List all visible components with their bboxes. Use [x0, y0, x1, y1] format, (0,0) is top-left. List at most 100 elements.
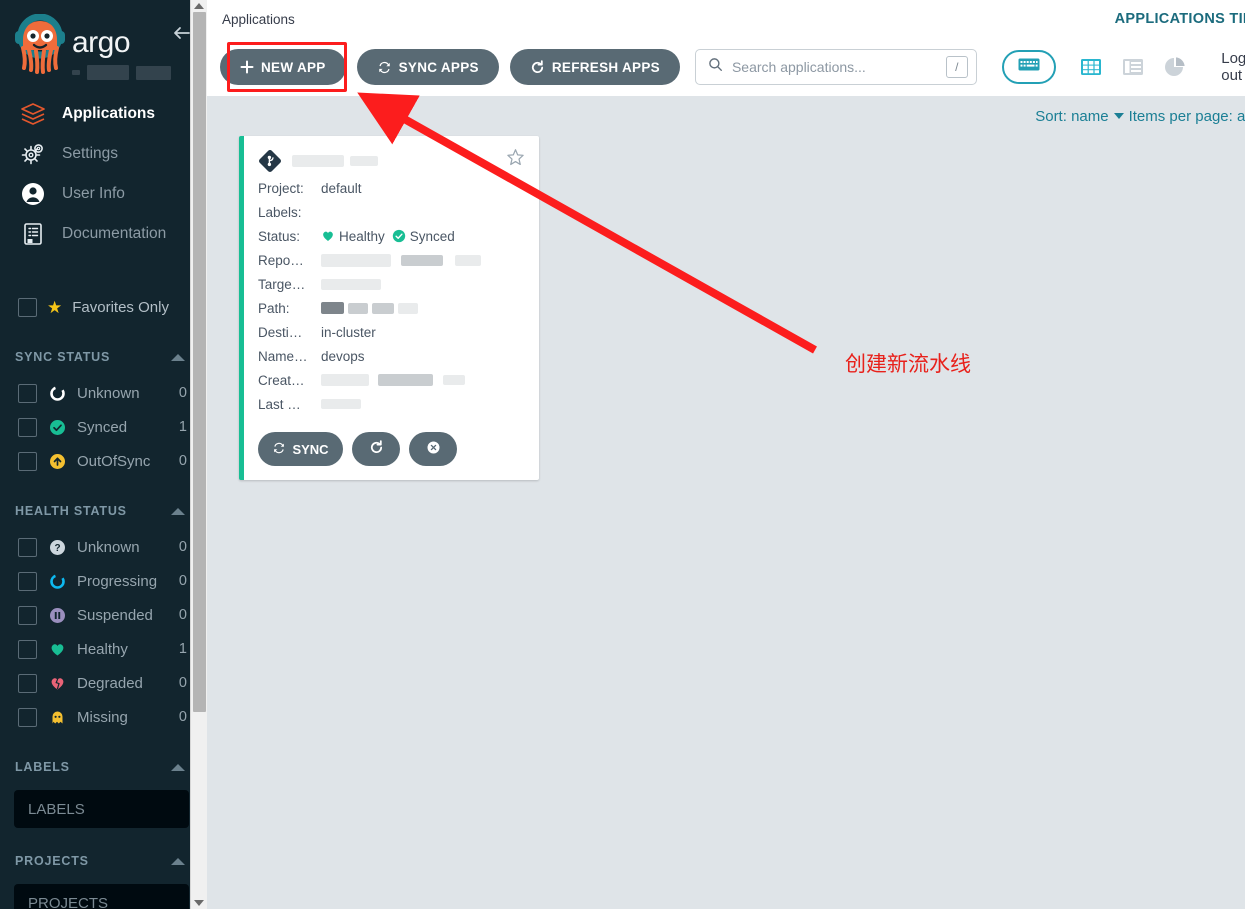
search-shortcut-key: / — [945, 56, 968, 78]
book-icon — [18, 219, 48, 249]
new-app-button[interactable]: NEW APP — [220, 49, 346, 85]
filter-label: Healthy — [77, 640, 128, 658]
field-value-redacted — [321, 278, 381, 290]
search-icon — [708, 57, 723, 77]
field-value-redacted — [321, 399, 361, 409]
sidebar-item-label: Settings — [62, 145, 119, 162]
health-filter-suspended[interactable]: Suspended 0 — [0, 598, 207, 632]
filter-count: 0 — [178, 607, 187, 623]
health-healthy-checkbox[interactable] — [18, 639, 37, 659]
sync-status-label: Synced — [409, 228, 455, 244]
sync-filter-synced[interactable]: Synced 1 — [0, 410, 207, 444]
favorites-only-checkbox[interactable] — [18, 297, 37, 317]
sidebar-nav: Applications Settings User Info Document… — [0, 94, 207, 254]
application-card[interactable]: Project: default Labels: Status: Healthy — [239, 136, 539, 480]
pie-chart-icon[interactable] — [1162, 54, 1188, 80]
sort-bar: Sort: name Items per page: all — [207, 96, 1245, 136]
health-filter-missing[interactable]: Missing 0 — [0, 700, 207, 734]
plus-icon — [240, 60, 254, 74]
sort-label: Sort: name — [1035, 107, 1109, 125]
toolbar: NEW APP SYNC APPS REFRESH APPS Search ap… — [207, 38, 1245, 96]
scrollbar-thumb[interactable] — [193, 12, 206, 712]
sidebar-item-user-info[interactable]: User Info — [0, 174, 207, 214]
sync-icon — [272, 441, 286, 458]
labels-input[interactable]: LABELS — [14, 790, 189, 828]
list-icon[interactable] — [1120, 54, 1146, 80]
health-status-section-header[interactable]: HEALTH STATUS — [0, 492, 207, 530]
health-filter-unknown[interactable]: ? Unknown 0 — [0, 530, 207, 564]
card-field-destination: Desti… in-cluster — [258, 320, 525, 344]
breadcrumb[interactable]: Applications — [222, 12, 295, 27]
sidebar-item-label: Applications — [62, 105, 156, 122]
health-unknown-checkbox[interactable] — [18, 537, 37, 557]
logout-button[interactable]: Log out — [1221, 50, 1245, 84]
labels-input-placeholder: LABELS — [28, 800, 85, 818]
projects-input[interactable]: PROJECTS — [14, 884, 189, 909]
health-filter-degraded[interactable]: Degraded 0 — [0, 666, 207, 700]
refresh-apps-button[interactable]: REFRESH APPS — [509, 49, 680, 85]
labels-section-header[interactable]: LABELS — [0, 748, 207, 786]
refresh-icon — [369, 440, 384, 458]
sidebar-item-applications[interactable]: Applications — [0, 94, 207, 134]
card-refresh-button[interactable] — [352, 432, 400, 466]
grid-icon[interactable] — [1078, 54, 1104, 80]
heart-icon — [321, 229, 335, 244]
health-missing-checkbox[interactable] — [18, 707, 37, 727]
card-sync-button[interactable]: SYNC — [258, 432, 343, 466]
chevron-up-icon[interactable] — [171, 763, 185, 771]
scroll-up-icon[interactable] — [194, 3, 204, 9]
filter-count: 0 — [178, 675, 187, 691]
sync-outofsync-checkbox[interactable] — [18, 451, 37, 471]
filter-count: 0 — [178, 709, 187, 725]
field-key: Labels: — [258, 204, 302, 220]
field-key: Last … — [258, 396, 301, 412]
sidebar-item-settings[interactable]: Settings — [0, 134, 207, 174]
sync-unknown-checkbox[interactable] — [18, 383, 37, 403]
sync-filter-unknown[interactable]: Unknown 0 — [0, 376, 207, 410]
sync-status-section-header[interactable]: SYNC STATUS — [0, 338, 207, 376]
svg-text:?: ? — [54, 543, 60, 554]
filter-label: Degraded — [77, 674, 143, 692]
refresh-apps-label: REFRESH APPS — [551, 59, 660, 75]
brand-header: argo — [0, 0, 207, 88]
check-circle-icon — [392, 229, 406, 244]
sidebar-item-documentation[interactable]: Documentation — [0, 214, 207, 254]
health-progressing-checkbox[interactable] — [18, 571, 37, 591]
ghost-icon — [47, 707, 67, 727]
application-card-header — [258, 146, 525, 176]
search-input[interactable] — [731, 59, 937, 75]
sync-filter-outofsync[interactable]: OutOfSync 0 — [0, 444, 207, 478]
sync-synced-checkbox[interactable] — [18, 417, 37, 437]
health-suspended-checkbox[interactable] — [18, 605, 37, 625]
sidebar-scrollbar[interactable] — [190, 0, 207, 909]
card-field-project: Project: default — [258, 176, 525, 200]
health-filter-progressing[interactable]: Progressing 0 — [0, 564, 207, 598]
card-field-labels: Labels: — [258, 200, 525, 224]
top-bar: Applications APPLICATIONS TILES — [207, 0, 1245, 38]
favorite-star-icon[interactable] — [506, 148, 525, 172]
applications-tiles: Project: default Labels: Status: Healthy — [207, 136, 1245, 480]
brand-subtitle-redacted — [72, 65, 197, 80]
card-delete-button[interactable] — [409, 432, 457, 466]
card-sync-label: SYNC — [292, 441, 329, 457]
sync-apps-button[interactable]: SYNC APPS — [356, 49, 499, 85]
sync-apps-label: SYNC APPS — [398, 59, 479, 75]
chevron-up-icon[interactable] — [171, 857, 185, 865]
search-box[interactable]: / — [694, 49, 977, 85]
projects-section-header[interactable]: PROJECTS — [0, 842, 207, 880]
scroll-down-icon[interactable] — [194, 900, 204, 906]
sync-icon — [377, 60, 392, 75]
chevron-up-icon[interactable] — [171, 507, 185, 515]
items-per-page-label: Items per page: all — [1128, 107, 1245, 125]
field-key: Status: — [258, 228, 301, 244]
favorites-only-filter[interactable]: ★ Favorites Only — [0, 290, 207, 324]
filter-label: Synced — [77, 418, 128, 436]
field-key: Project: — [258, 180, 304, 196]
card-field-namespace: Name… devops — [258, 344, 525, 368]
items-per-page-dropdown[interactable]: Items per page: all — [1129, 108, 1245, 125]
keyboard-shortcuts-button[interactable] — [1001, 50, 1057, 84]
chevron-up-icon[interactable] — [171, 353, 185, 361]
sort-dropdown[interactable]: Sort: name — [1035, 107, 1124, 125]
health-filter-healthy[interactable]: Healthy 1 — [0, 632, 207, 666]
health-degraded-checkbox[interactable] — [18, 673, 37, 693]
